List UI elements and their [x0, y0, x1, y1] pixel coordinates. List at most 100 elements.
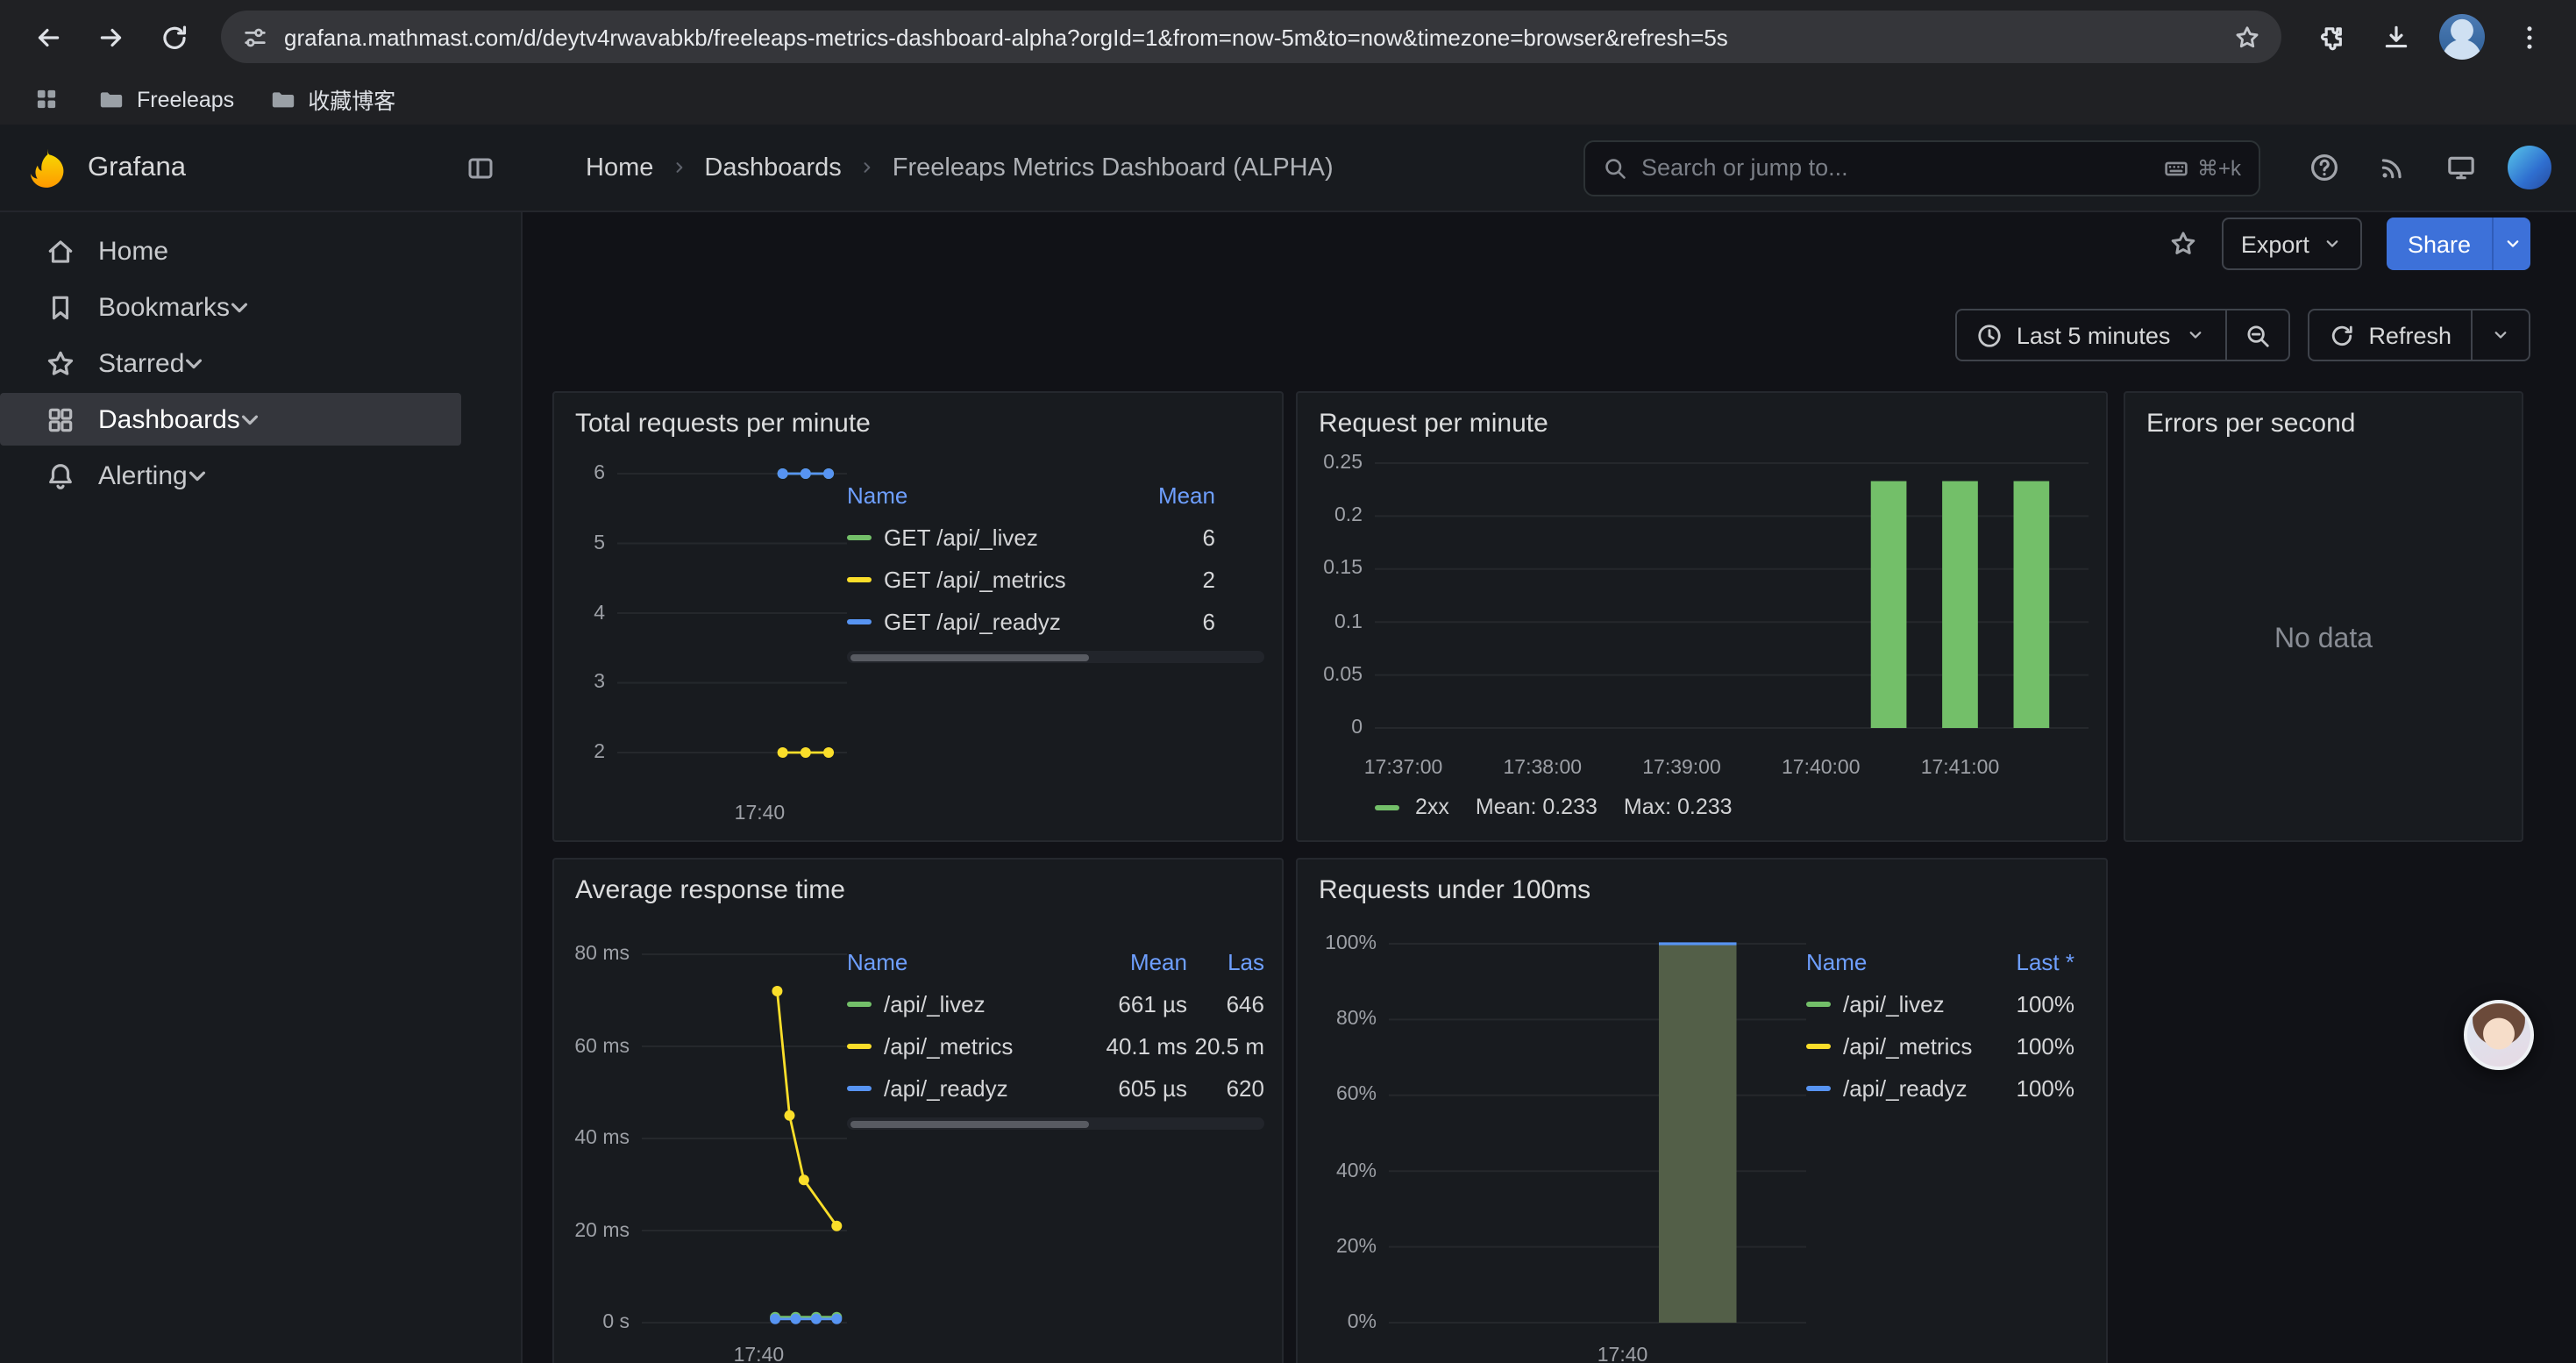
table-scrollbar[interactable]	[847, 1117, 1264, 1130]
sidebar-item-bookmarks[interactable]: Bookmarks	[0, 279, 521, 335]
reload-icon	[159, 22, 189, 52]
search-icon	[1603, 155, 1627, 180]
time-picker-group: Last 5 minutes	[1955, 309, 2290, 361]
table-row[interactable]: GET /api/_livez6	[847, 516, 1264, 558]
news-button[interactable]	[2371, 146, 2413, 189]
panel-title[interactable]: Errors per second	[2143, 403, 2504, 449]
legend-table: NameLast */api/_livez100%/api/_metrics10…	[1806, 916, 2089, 1363]
panel-title[interactable]: Request per minute	[1315, 403, 2089, 449]
bookmark-item[interactable]: 收藏博客	[255, 77, 409, 121]
browser-menu-button[interactable]	[2499, 7, 2558, 67]
column-header[interactable]: Mean	[1085, 948, 1187, 974]
bookmarks-list: Freeleaps 收藏博客	[84, 77, 409, 121]
table-row[interactable]: GET /api/_metrics2	[847, 558, 1264, 600]
series-value: 100%	[1983, 1032, 2074, 1059]
column-header-name[interactable]: Name	[1806, 948, 1983, 974]
back-icon	[32, 22, 62, 52]
series-color-swatch	[847, 534, 872, 539]
site-settings-icon[interactable]	[242, 24, 268, 50]
series-value: 646	[1187, 990, 1264, 1017]
table-scrollbar-thumb[interactable]	[850, 1120, 1088, 1127]
display-button[interactable]	[2439, 146, 2481, 189]
address-bar[interactable]	[221, 11, 2281, 63]
export-button[interactable]: Export	[2222, 218, 2362, 270]
table-row[interactable]: /api/_livez661 µs646	[847, 982, 1264, 1024]
chevron-down-icon	[2501, 233, 2523, 254]
bookmark-item[interactable]: Freeleaps	[84, 81, 248, 118]
panel-title[interactable]: Average response time	[572, 870, 1264, 916]
user-avatar[interactable]	[2508, 146, 2551, 189]
folder-icon	[98, 86, 125, 112]
sidebar-item-dashboards[interactable]: Dashboards	[0, 391, 521, 447]
column-header[interactable]: Las	[1187, 948, 1264, 974]
chevron-down-icon[interactable]	[182, 460, 212, 490]
refresh-interval-button[interactable]	[2473, 310, 2529, 360]
search-box[interactable]: ⌘+k	[1583, 139, 2260, 196]
plot-area[interactable]	[617, 449, 847, 798]
series-value: 40.1 ms	[1085, 1032, 1187, 1059]
panel-title[interactable]: Requests under 100ms	[1315, 870, 2089, 916]
breadcrumb-item[interactable]: Dashboards	[704, 153, 841, 182]
plot-area[interactable]	[1389, 916, 1806, 1340]
table-scrollbar-thumb[interactable]	[850, 653, 1088, 660]
series-value: 6	[1138, 608, 1215, 634]
sidebar-item-label: Starred	[98, 348, 184, 378]
y-tick-label: 60 ms	[574, 1036, 630, 1057]
downloads-button[interactable]	[2366, 7, 2425, 67]
breadcrumb-item[interactable]: Home	[586, 153, 653, 182]
apps-button[interactable]	[21, 76, 70, 122]
header-icons	[2278, 146, 2576, 189]
chevron-down-icon[interactable]	[235, 404, 265, 434]
share-menu-button[interactable]	[2492, 218, 2530, 270]
sidebar-item-starred[interactable]: Starred	[0, 335, 521, 391]
search-input[interactable]	[1641, 154, 2150, 181]
extensions-button[interactable]	[2299, 7, 2359, 67]
url-input[interactable]	[284, 24, 2218, 50]
sidebar-toggle-button[interactable]	[456, 143, 505, 192]
column-header[interactable]: Mean	[1138, 482, 1215, 508]
table-row[interactable]: /api/_metrics40.1 ms20.5 m	[847, 1024, 1264, 1067]
share-button[interactable]: Share	[2387, 218, 2492, 270]
column-header-name[interactable]: Name	[847, 482, 1138, 508]
series-color-swatch	[1806, 1043, 1831, 1048]
download-icon	[2380, 22, 2410, 52]
back-button[interactable]	[18, 7, 77, 67]
bookmark-star-icon[interactable]	[2234, 24, 2260, 50]
series-name: /api/_livez	[1843, 990, 1945, 1017]
table-row[interactable]: /api/_readyz100%	[1806, 1067, 2089, 1109]
y-tick-label: 2	[594, 742, 605, 763]
sidebar-item-alerting[interactable]: Alerting	[0, 447, 521, 503]
reload-button[interactable]	[144, 7, 203, 67]
time-range-button[interactable]: Last 5 minutes	[1957, 310, 2225, 360]
column-header[interactable]: Last *	[1983, 948, 2074, 974]
favorite-star-button[interactable]	[2169, 230, 2197, 258]
table-row[interactable]: GET /api/_readyz6	[847, 600, 1264, 642]
zoom-out-button[interactable]	[2226, 310, 2288, 360]
table-row[interactable]: /api/_readyz605 µs620	[847, 1067, 1264, 1109]
y-tick-label: 5	[594, 533, 605, 554]
bookmark-icon	[46, 292, 75, 322]
breadcrumb-item[interactable]: Freeleaps Metrics Dashboard (ALPHA)	[893, 153, 1334, 182]
series-value: 100%	[1983, 990, 2074, 1017]
panel-title[interactable]: Total requests per minute	[572, 403, 1264, 449]
browser-profile-avatar[interactable]	[2439, 14, 2485, 60]
table-scrollbar[interactable]	[847, 651, 1264, 663]
refresh-button[interactable]: Refresh	[2309, 310, 2471, 360]
table-row[interactable]: /api/_metrics100%	[1806, 1024, 2089, 1067]
forward-button[interactable]	[81, 7, 140, 67]
column-header-name[interactable]: Name	[847, 948, 1085, 974]
bookmark-label: 收藏博客	[308, 82, 395, 116]
floating-avatar[interactable]	[2464, 1000, 2534, 1070]
plot-area[interactable]	[1375, 449, 2089, 753]
x-axis: 17:40	[617, 798, 847, 830]
plot-area[interactable]	[642, 916, 847, 1340]
chevron-down-icon[interactable]	[224, 292, 254, 322]
table-row[interactable]: /api/_livez 100%	[1806, 982, 2089, 1024]
chart-legend[interactable]: 2xxMean: 0.233Max: 0.233	[1375, 784, 2089, 830]
grafana-logo-icon[interactable]	[25, 145, 70, 190]
refresh-group: Refresh	[2307, 309, 2530, 361]
y-tick-label: 0.05	[1323, 665, 1363, 686]
sidebar-item-home[interactable]: Home	[0, 223, 521, 279]
help-button[interactable]	[2302, 146, 2345, 189]
chevron-down-icon[interactable]	[179, 348, 209, 378]
